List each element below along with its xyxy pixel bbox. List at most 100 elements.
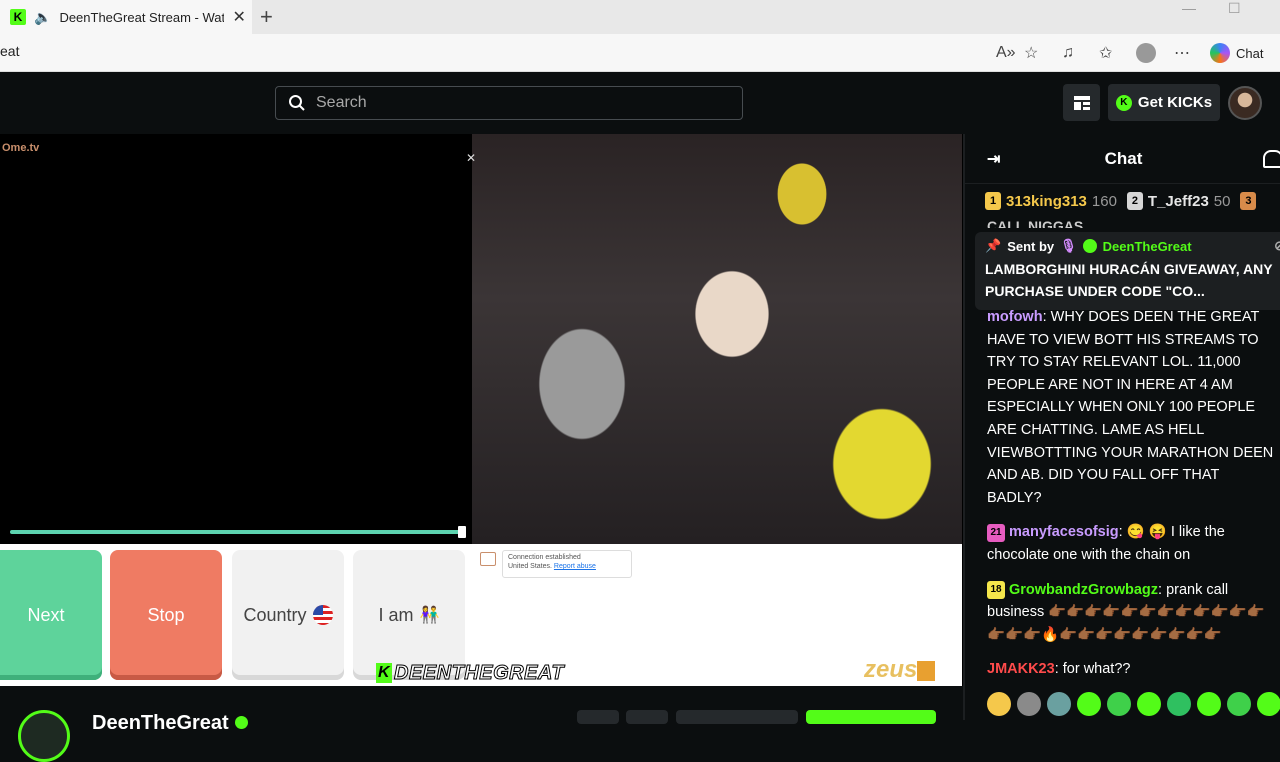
emote-icon[interactable] xyxy=(1047,692,1071,716)
minimize-icon[interactable]: — xyxy=(1182,0,1196,20)
zeus-bolt-icon xyxy=(917,660,936,681)
us-flag-icon xyxy=(312,605,333,625)
emote-icon[interactable] xyxy=(987,692,1011,716)
library-button[interactable] xyxy=(1063,84,1100,121)
leaderboard-entry[interactable]: 3 xyxy=(1240,192,1257,210)
leaderboard-entry[interactable]: 1 313king313 160 xyxy=(985,192,1117,210)
i-am-button[interactable]: I am 👫 xyxy=(353,550,465,680)
copilot-chat-button[interactable]: Chat xyxy=(1210,40,1263,66)
hide-pin-icon[interactable]: ⊘ xyxy=(1274,238,1280,254)
collapse-chat-icon[interactable]: ⇥ xyxy=(987,149,1000,169)
address-bar[interactable]: eat xyxy=(0,43,19,59)
pinned-message[interactable]: 📌 Sent by 🎙 DeenTheGreat ⊘ LAMBORGHINI H… xyxy=(975,232,1280,310)
scrolled-message-fragment: CALL NIGGAS xyxy=(987,218,1084,228)
chat-title: Chat xyxy=(1104,148,1143,168)
next-label: Next xyxy=(27,604,65,625)
get-kicks-label: Get KICKs xyxy=(1137,94,1213,111)
chat-username[interactable]: manyfacesofsig xyxy=(1009,524,1119,540)
chat-message[interactable]: 18 GrowbandzGrowbagz: prank call business… xyxy=(987,579,1277,647)
stop-button[interactable]: Stop xyxy=(110,550,222,680)
report-abuse-link[interactable]: Report abuse xyxy=(554,563,596,570)
leaderboard-entry[interactable]: 2 T_Jeff23 50 xyxy=(1126,192,1231,210)
chat-messages: mofowh: WHY DOES DEEN THE GREAT HAVE TO … xyxy=(987,306,1277,693)
rank-badge-icon: 3 xyxy=(1240,192,1257,210)
emote-icon[interactable] xyxy=(1167,692,1191,716)
video-progress-bar[interactable] xyxy=(10,530,464,534)
more-menu-icon[interactable]: ⋯ xyxy=(1174,40,1190,66)
get-kicks-button[interactable]: K Get KICKs xyxy=(1108,84,1220,121)
pin-icon: 📌 xyxy=(985,238,1002,253)
favorites-icon[interactable]: ✩ xyxy=(1099,40,1112,66)
chat-panel: ⇥ Chat 1 313king313 160 2 T_Jeff23 50 3 … xyxy=(963,134,1280,720)
country-button[interactable]: Country xyxy=(232,550,344,680)
stream-watermark: K DEENTHEGREAT xyxy=(376,661,565,684)
chat-text: : for what?? xyxy=(1054,661,1131,678)
channel-name-row: DeenTheGreat xyxy=(92,712,248,735)
browser-tab-bar: K 🔈 DeenTheGreat Stream - Watch ✕ + — ☐ xyxy=(0,0,1280,34)
channel-info-bar: DeenTheGreat xyxy=(0,686,963,762)
kicks-coin-icon: K xyxy=(1115,94,1132,111)
search-icon xyxy=(289,95,305,111)
stop-label: Stop xyxy=(147,604,185,625)
watermark-text: DEENTHEGREAT xyxy=(393,661,565,684)
channel-avatar[interactable] xyxy=(18,710,70,762)
subscribe-button[interactable] xyxy=(676,710,798,724)
i-am-label: I am xyxy=(378,604,414,625)
emote-icon[interactable] xyxy=(1017,692,1041,716)
notify-button[interactable] xyxy=(626,710,668,724)
emote-icon[interactable] xyxy=(1137,692,1161,716)
video-player[interactable]: Ome.tv ✕ Next Stop Country I am 👫 Connect… xyxy=(0,134,963,686)
search-input[interactable] xyxy=(316,94,716,112)
close-icon[interactable]: ✕ xyxy=(466,151,476,165)
leader-name: 313king313 xyxy=(1006,192,1087,210)
library-icon xyxy=(1073,95,1090,110)
user-avatar[interactable] xyxy=(1228,86,1262,120)
maximize-icon[interactable]: ☐ xyxy=(1228,0,1241,20)
leader-points: 160 xyxy=(1091,192,1117,210)
connection-text: Connection established xyxy=(508,554,581,561)
next-button[interactable]: Next xyxy=(0,550,102,680)
chat-message[interactable]: JMAKK23: for what?? xyxy=(987,658,1277,681)
leader-points: 50 xyxy=(1213,192,1231,210)
chat-message[interactable]: 21 manyfacesofsig: 😋 😝 I like the chocola… xyxy=(987,521,1277,566)
tab-close-icon[interactable]: ✕ xyxy=(232,7,245,27)
gift-button[interactable] xyxy=(577,710,619,724)
new-tab-icon[interactable]: + xyxy=(260,0,273,34)
chat-message[interactable]: mofowh: WHY DOES DEEN THE GREAT HAVE TO … xyxy=(987,306,1277,509)
leader-name: T_Jeff23 xyxy=(1147,192,1209,210)
emote-icon[interactable] xyxy=(1077,692,1101,716)
media-icon[interactable]: ♫ xyxy=(1062,40,1074,66)
chat-username[interactable]: JMAKK23 xyxy=(987,661,1055,677)
users-icon[interactable] xyxy=(1263,150,1280,168)
tab-title: DeenTheGreat Stream - Watch xyxy=(59,9,225,25)
pinned-sent-by: Sent by xyxy=(1007,238,1055,254)
read-aloud-icon[interactable]: A» xyxy=(996,40,1016,66)
emote-icon[interactable] xyxy=(1197,692,1221,716)
follow-button[interactable] xyxy=(806,710,936,724)
pinned-user[interactable]: DeenTheGreat xyxy=(1103,239,1192,254)
emote-icon[interactable] xyxy=(1227,692,1251,716)
speaker-icon[interactable]: 🔈 xyxy=(34,9,51,26)
emote-icon[interactable] xyxy=(1257,692,1280,716)
chat-username[interactable]: mofowh xyxy=(987,309,1043,325)
emote-strip xyxy=(987,692,1280,716)
rank-badge-icon: 1 xyxy=(985,192,1001,210)
ometv-stranger-pane: Ome.tv xyxy=(0,134,472,544)
kick-k-icon: K xyxy=(376,663,392,683)
rank-badge-icon: 2 xyxy=(1126,192,1143,210)
country-label: Country xyxy=(243,604,307,625)
favorite-star-icon[interactable]: ☆ xyxy=(1024,40,1038,66)
search-box[interactable] xyxy=(275,86,743,120)
progress-handle[interactable] xyxy=(458,526,466,538)
ometv-mini-logo xyxy=(480,552,496,566)
browser-tab[interactable]: K 🔈 DeenTheGreat Stream - Watch ✕ xyxy=(0,0,252,34)
profile-icon[interactable] xyxy=(1136,40,1156,66)
stream-camera-feed xyxy=(472,134,962,544)
chat-username[interactable]: GrowbandzGrowbagz xyxy=(1009,582,1158,598)
zeus-label: zeus xyxy=(864,656,918,683)
sub-badge-icon: 18 xyxy=(987,580,1005,599)
emote-icon[interactable] xyxy=(1107,692,1131,716)
sub-badge-icon: 21 xyxy=(987,523,1005,542)
zeus-logo: zeus xyxy=(864,656,936,684)
channel-name[interactable]: DeenTheGreat xyxy=(92,712,229,734)
